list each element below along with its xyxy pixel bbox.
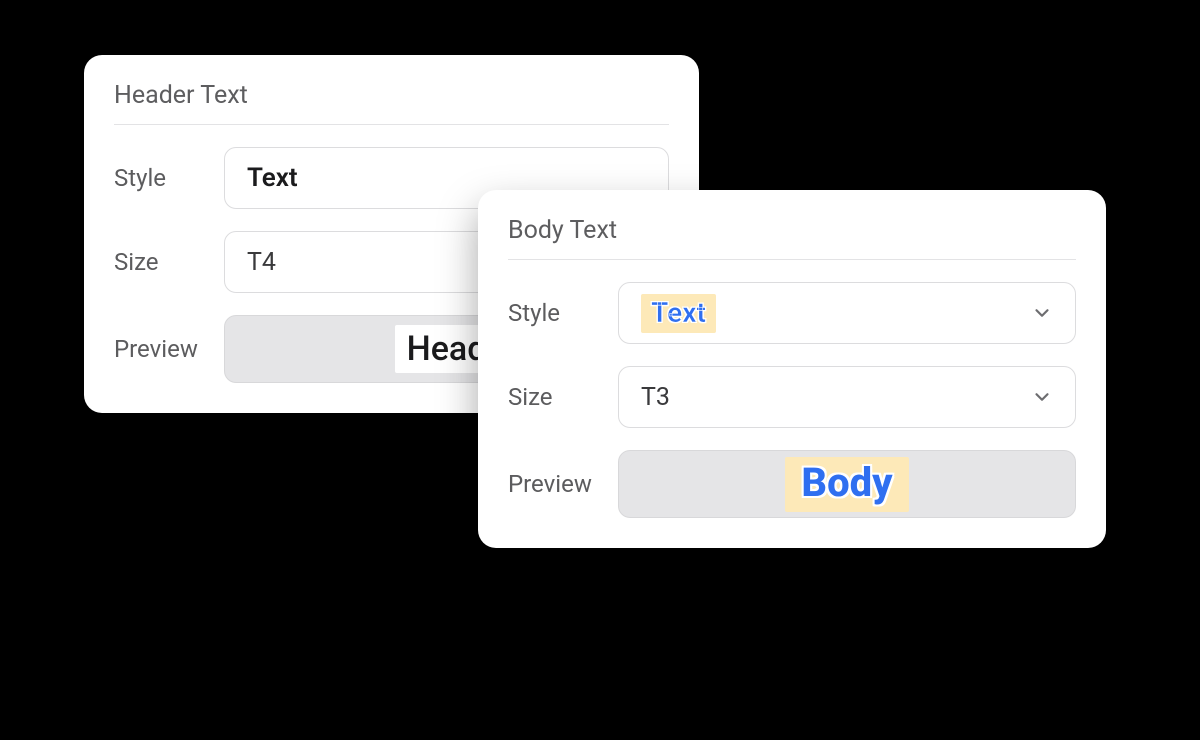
style-label: Style [508,299,618,327]
preview-row: Preview Body [508,450,1076,518]
style-row: Style Text [508,282,1076,344]
size-row: Size T3 [508,366,1076,428]
size-select-value: T4 [247,248,276,277]
divider [114,124,669,125]
size-label: Size [114,248,224,276]
preview-label: Preview [114,335,224,363]
style-select-value: Text [641,294,716,333]
style-select-value: Text [247,163,298,193]
style-select[interactable]: Text [618,282,1076,344]
size-label: Size [508,383,618,411]
preview-text: Body [785,457,908,512]
chevron-down-icon [1031,386,1053,408]
card-title: Header Text [114,81,669,124]
size-select-value: T3 [641,383,670,412]
body-text-card: Body Text Style Text Size T3 Preview Bod… [478,190,1106,548]
preview-box: Body [618,450,1076,518]
style-label: Style [114,164,224,192]
preview-label: Preview [508,470,618,498]
chevron-down-icon [1031,302,1053,324]
divider [508,259,1076,260]
size-select[interactable]: T3 [618,366,1076,428]
card-title: Body Text [508,216,1076,259]
